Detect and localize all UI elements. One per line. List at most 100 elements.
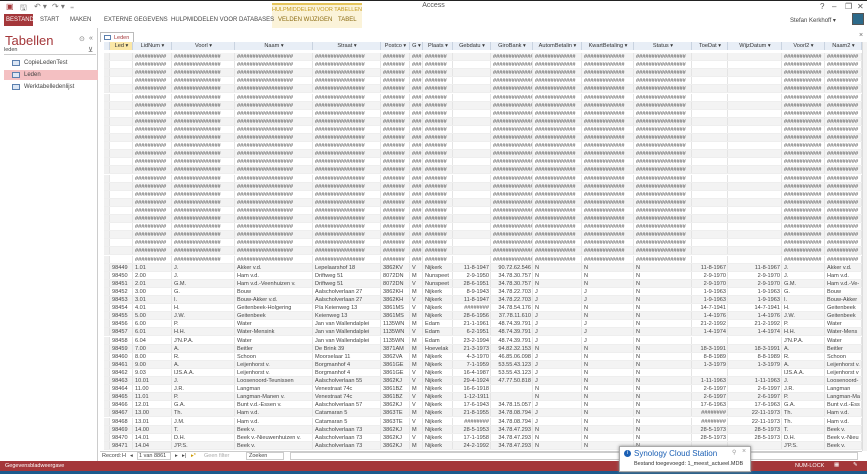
cell[interactable]: ############# (533, 223, 582, 231)
cell[interactable]: ### (410, 125, 423, 133)
cell[interactable]: 98468 (110, 417, 133, 425)
cell[interactable]: J'P.S. (782, 441, 825, 449)
cell[interactable]: 98449 (110, 263, 133, 271)
cell[interactable]: ########## (133, 206, 172, 214)
cell[interactable] (728, 190, 782, 198)
cell[interactable]: Loosenoord-Teunissen (235, 377, 313, 385)
cell[interactable]: 17-1-1958 (453, 433, 491, 441)
cell[interactable]: 98456 (110, 320, 133, 328)
cell[interactable]: ########## (133, 215, 172, 223)
cell[interactable]: ################## (235, 125, 313, 133)
cell[interactable]: ############### (172, 190, 235, 198)
cell[interactable]: Beek v.-Nieuwenhuizen v. (235, 433, 313, 441)
cell[interactable]: ############ (782, 77, 825, 85)
cell[interactable]: 13.00 (133, 409, 172, 417)
cell[interactable]: J.W. (172, 312, 235, 320)
cell[interactable]: ########## (133, 117, 172, 125)
cell[interactable]: 3862VA (381, 352, 410, 360)
cell[interactable] (728, 93, 782, 101)
cell[interactable]: 17-6-1963 (728, 401, 782, 409)
cell[interactable]: ############# (491, 223, 533, 231)
cell[interactable]: ############# (582, 166, 634, 174)
cell[interactable]: ########## (133, 69, 172, 77)
cell[interactable]: 28-6-1951 (453, 279, 491, 287)
cell[interactable] (110, 231, 133, 239)
cell[interactable]: Akker v.d. (235, 263, 313, 271)
cell[interactable]: ########## (825, 77, 862, 85)
cell[interactable] (692, 93, 728, 101)
cell[interactable]: ####### (423, 190, 453, 198)
cell[interactable]: 98453 (110, 296, 133, 304)
cell[interactable]: ############# (491, 101, 533, 109)
cell[interactable]: ########## (133, 150, 172, 158)
cell[interactable]: ################ (313, 117, 381, 125)
cell[interactable]: ############# (533, 239, 582, 247)
table-row[interactable]: 98451 2.01 G.M. Ham v.d.-Veenhuizen v. Drift… (104, 279, 862, 288)
cell[interactable]: 28-6-1956 (453, 312, 491, 320)
cell[interactable]: N (533, 279, 582, 287)
cell[interactable]: G. (782, 287, 825, 295)
cell[interactable] (453, 61, 491, 69)
cell[interactable]: N (582, 263, 634, 271)
cell[interactable]: N (582, 409, 634, 417)
cell[interactable]: ############ (782, 198, 825, 206)
cell[interactable]: ####### (381, 109, 410, 117)
cell[interactable]: ########## (133, 93, 172, 101)
cell[interactable]: ############# (533, 174, 582, 182)
table-row[interactable]: ########## ############### ###############… (104, 239, 862, 248)
cell[interactable]: 3863TE (381, 409, 410, 417)
cell[interactable]: ####### (423, 182, 453, 190)
cell[interactable]: 34.78.22.703 (491, 287, 533, 295)
cell[interactable]: ### (410, 247, 423, 255)
cell[interactable]: ################ (634, 77, 692, 85)
column-header[interactable]: Gebdatu ▾ (453, 42, 491, 51)
pin-icon[interactable]: ⚲ (732, 449, 736, 456)
cell[interactable]: ########## (825, 174, 862, 182)
cell[interactable]: ################ (313, 142, 381, 150)
cell[interactable]: ####### (381, 134, 410, 142)
cell[interactable]: ########## (133, 77, 172, 85)
cell[interactable]: Nijkerk (423, 368, 453, 376)
cell[interactable]: ### (410, 182, 423, 190)
cell[interactable]: 24-2-1992 (453, 441, 491, 449)
cell[interactable]: 3863TE (381, 417, 410, 425)
cell[interactable]: J (533, 296, 582, 304)
table-row[interactable]: ########## ############### ###############… (104, 190, 862, 199)
cell[interactable]: 3862KJ (381, 377, 410, 385)
cell[interactable]: 3862KV (381, 263, 410, 271)
cell[interactable] (453, 69, 491, 77)
new-record-button[interactable]: ▸* (191, 453, 196, 459)
cell[interactable] (453, 150, 491, 158)
cell[interactable]: ############### (172, 150, 235, 158)
cell[interactable]: ############### (172, 206, 235, 214)
cell[interactable]: 29-4-1924 (453, 377, 491, 385)
cell[interactable]: 2-9-1950 (453, 271, 491, 279)
cell[interactable] (728, 101, 782, 109)
cell[interactable]: ############# (582, 198, 634, 206)
cell[interactable]: ############### (172, 101, 235, 109)
avatar[interactable] (852, 13, 864, 25)
cell[interactable]: ############### (172, 85, 235, 93)
cell[interactable]: ####### (423, 69, 453, 77)
cell[interactable]: N (634, 271, 692, 279)
cell[interactable]: 98459 (110, 344, 133, 352)
cell[interactable] (453, 158, 491, 166)
cell[interactable]: ############ (782, 93, 825, 101)
cell[interactable]: 2-9-1970 (692, 271, 728, 279)
cell[interactable]: ############# (533, 150, 582, 158)
cell[interactable]: ############# (491, 166, 533, 174)
cell[interactable]: ################ (634, 61, 692, 69)
cell[interactable]: ### (410, 198, 423, 206)
cell[interactable] (692, 215, 728, 223)
cell[interactable] (692, 174, 728, 182)
cell[interactable]: ############# (533, 117, 582, 125)
cell[interactable]: 28-5-1973 (728, 425, 782, 433)
cell[interactable] (453, 239, 491, 247)
cell[interactable]: ############# (533, 142, 582, 150)
cell[interactable]: Nijkerk (423, 393, 453, 401)
cell[interactable]: Ham v.d. (825, 417, 862, 425)
cell[interactable]: ############# (491, 142, 533, 150)
cell[interactable] (110, 247, 133, 255)
cell[interactable]: ############ (782, 206, 825, 214)
cell[interactable]: 98469 (110, 425, 133, 433)
